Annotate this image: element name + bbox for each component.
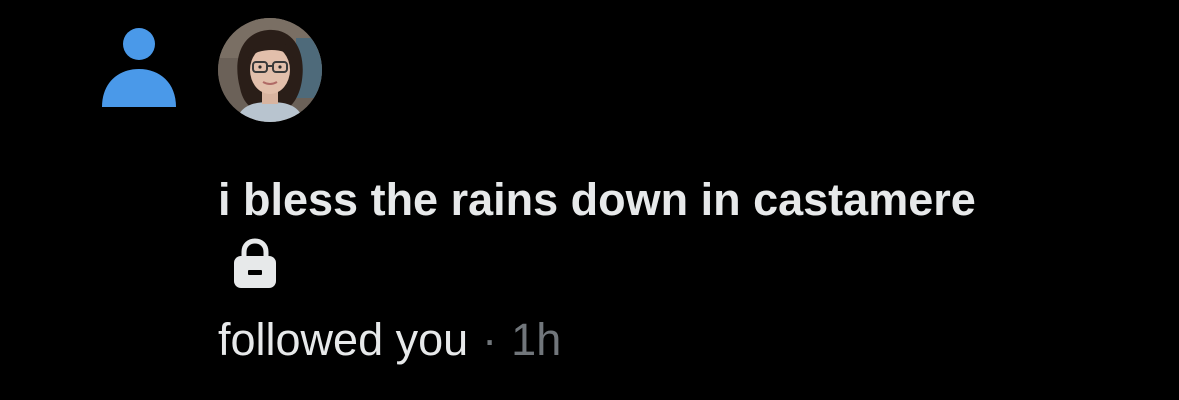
- person-icon: [102, 28, 176, 107]
- display-name[interactable]: i bless the rains down in castamere: [218, 172, 976, 228]
- action-text: followed you: [218, 314, 469, 365]
- lock-icon: [234, 238, 276, 288]
- follow-notification[interactable]: i bless the rains down in castamere foll…: [0, 0, 1179, 400]
- activity-line: followed you · 1h: [218, 312, 561, 368]
- separator-dot: ·: [482, 314, 498, 365]
- timestamp: 1h: [511, 314, 562, 365]
- avatar[interactable]: [218, 18, 322, 122]
